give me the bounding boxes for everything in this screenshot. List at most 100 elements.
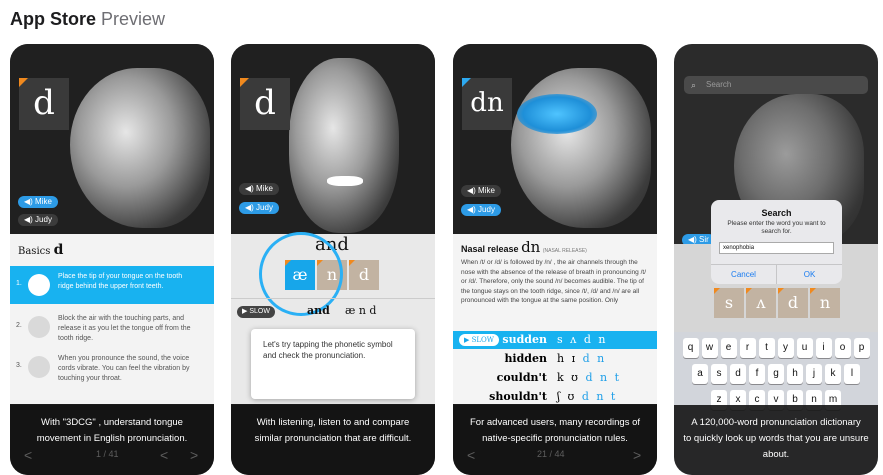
voice-chip-judy[interactable]: ◀) Judy: [239, 202, 279, 214]
letter-tile[interactable]: d: [240, 78, 290, 130]
key[interactable]: s: [711, 364, 727, 384]
letter-tile[interactable]: dn: [462, 78, 512, 130]
prev-arrow-icon[interactable]: <: [160, 447, 168, 463]
word-row[interactable]: hidden h ɪ d n: [453, 350, 657, 368]
key[interactable]: k: [825, 364, 841, 384]
word-phonetic: k ʊ d n t: [557, 371, 621, 384]
key[interactable]: p: [853, 338, 870, 358]
prev-arrow-icon[interactable]: <: [467, 447, 475, 463]
step-row[interactable]: 2. Block the air with the touching parts…: [10, 308, 214, 346]
cancel-button[interactable]: Cancel: [711, 265, 776, 284]
app-store-preview: App Store Preview d ◀) Mike ◀) Judy Basi…: [0, 0, 883, 475]
key[interactable]: g: [768, 364, 784, 384]
head-3d-model: [70, 68, 210, 228]
phoneme-tile[interactable]: ʌ: [746, 288, 776, 318]
key[interactable]: q: [682, 338, 699, 358]
caption-band: A 120,000-word pronunciation dictionary …: [674, 405, 878, 475]
screenshot-3[interactable]: dn ◀) Mike ◀) Judy Nasal release dn (NAS…: [453, 44, 657, 475]
phoneme-tile[interactable]: d: [349, 260, 379, 290]
key[interactable]: a: [692, 364, 708, 384]
phoneme-tile[interactable]: d: [778, 288, 808, 318]
next-arrow-icon[interactable]: >: [633, 447, 641, 463]
page-counter: 1 / 41: [96, 449, 119, 459]
key[interactable]: j: [806, 364, 822, 384]
phoneme-tile[interactable]: n: [810, 288, 840, 318]
key[interactable]: o: [834, 338, 851, 358]
dialog-message: Please enter the word you want to search…: [727, 220, 826, 235]
prev-arrow-icon[interactable]: <: [24, 447, 32, 463]
ok-button[interactable]: OK: [776, 265, 842, 284]
lesson-panel: Basics d 1. Place the tip of your tongue…: [10, 234, 214, 404]
word-row[interactable]: ▶ SLOW sudden s ʌ d n: [453, 331, 657, 349]
divider: [231, 298, 435, 299]
search-placeholder: Search: [706, 80, 732, 89]
screenshot-4[interactable]: ⌕ Search ◀) Sir sudden s ʌ d n Search Pl…: [674, 44, 878, 475]
screenshot-1[interactable]: d ◀) Mike ◀) Judy Basics d 1. Place the …: [10, 44, 214, 475]
key[interactable]: e: [720, 338, 737, 358]
caption: With "3DCG" , understand tongue movement…: [10, 415, 214, 447]
caption-band: For advanced users, many recordings of n…: [453, 405, 657, 475]
phonetic-prefix: k ʊ: [557, 371, 586, 384]
next-arrow-icon[interactable]: >: [190, 447, 198, 463]
key[interactable]: i: [815, 338, 832, 358]
voice-chip-mike[interactable]: ◀) Mike: [18, 196, 58, 208]
screenshot-2[interactable]: d ◀) Mike ◀) Judy and æ n d ▶ SLOW and æ…: [231, 44, 435, 475]
hint-popup: Let's try tapping the phonetic symbol an…: [251, 329, 415, 399]
voice-chip-judy[interactable]: ◀) Judy: [18, 214, 58, 226]
key[interactable]: r: [739, 338, 756, 358]
caption-line: movement in English pronunciation.: [36, 433, 188, 444]
caption-band: With listening, listen to and compare si…: [231, 405, 435, 475]
word-row[interactable]: couldn't k ʊ d n t: [453, 369, 657, 387]
step-row[interactable]: 1. Place the tip of your tongue on the t…: [10, 266, 214, 304]
page-title: App Store Preview: [10, 9, 165, 30]
rule-title-symbol: dn: [521, 238, 541, 256]
phonetic-highlight: d n t: [581, 390, 618, 403]
section-letter: d: [53, 242, 64, 258]
key[interactable]: w: [701, 338, 718, 358]
rule-title-label: Nasal release: [461, 244, 519, 254]
slow-toggle[interactable]: ▶ SLOW: [237, 306, 275, 318]
key[interactable]: u: [796, 338, 813, 358]
search-dialog: Search Please enter the word you want to…: [711, 200, 842, 284]
word-text: shouldn't: [489, 390, 547, 403]
word-text: couldn't: [496, 371, 547, 384]
slow-toggle[interactable]: ▶ SLOW: [459, 334, 499, 346]
search-icon: ⌕: [691, 80, 697, 90]
voice-chip-label: Judy: [478, 205, 495, 214]
caption-line: to quickly look up words that you are un…: [683, 433, 869, 460]
phonetic-highlight: d n t: [585, 371, 622, 384]
phoneme-tile[interactable]: s: [714, 288, 744, 318]
letter-tile[interactable]: d: [19, 78, 69, 130]
voice-chip-mike[interactable]: ◀) Mike: [239, 183, 279, 195]
voice-chip-label: Judy: [35, 215, 52, 224]
key[interactable]: f: [749, 364, 765, 384]
model-area: dn ◀) Mike ◀) Judy: [453, 44, 657, 234]
step-number: 1.: [16, 280, 22, 287]
key[interactable]: t: [758, 338, 775, 358]
phonetic-highlight: d n: [582, 352, 607, 365]
voice-chip-judy[interactable]: ◀) Judy: [461, 204, 501, 216]
step-row[interactable]: 3. When you pronounce the sound, the voi…: [10, 348, 214, 386]
list-phonetic: æ n d: [345, 304, 377, 317]
key[interactable]: d: [730, 364, 746, 384]
step-number: 3.: [16, 362, 22, 369]
word-phonetic: h ɪ d n: [557, 352, 606, 365]
app-store-brand: App Store: [10, 9, 97, 29]
caption-line: With "3DCG" , understand tongue: [41, 417, 183, 428]
search-input[interactable]: ⌕ Search: [684, 76, 868, 94]
caption-line: For advanced users, many recordings of: [469, 417, 641, 428]
nasal-highlight: [517, 94, 597, 134]
page-counter: 21 / 44: [537, 449, 565, 459]
step-text: Place the tip of your tongue on the toot…: [58, 273, 183, 290]
key[interactable]: y: [777, 338, 794, 358]
keyboard-row-1: q w e r t y u i o p: [674, 338, 878, 358]
section-label: Basics: [18, 246, 51, 257]
dialog-title: Search: [761, 208, 792, 218]
keyboard-row-2: a s d f g h j k l: [674, 364, 878, 384]
key[interactable]: h: [787, 364, 803, 384]
tongue-icon: [28, 274, 50, 296]
voice-chip-mike[interactable]: ◀) Mike: [461, 185, 501, 197]
dialog-search-field[interactable]: xenophobia: [719, 242, 834, 254]
key[interactable]: l: [844, 364, 860, 384]
word-row[interactable]: shouldn't ʃ ʊ d n t: [453, 388, 657, 406]
